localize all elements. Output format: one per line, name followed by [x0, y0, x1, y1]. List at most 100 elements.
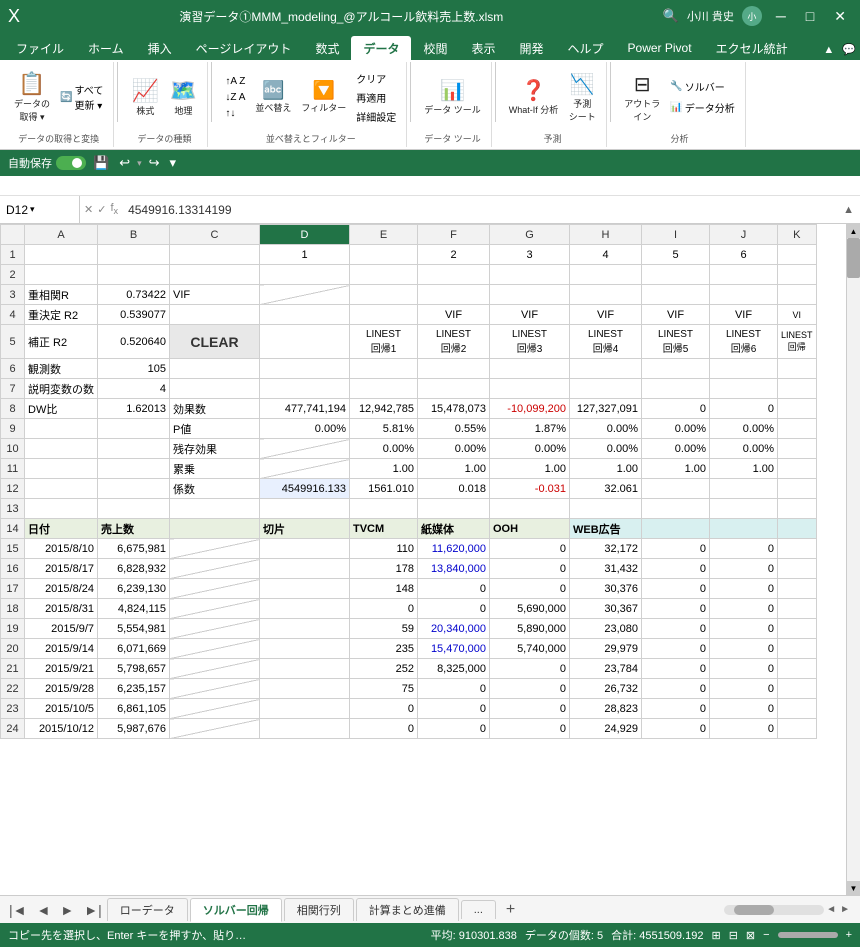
cell-B7[interactable]: 4 [98, 379, 170, 399]
cell-J23[interactable]: 0 [710, 699, 778, 719]
cell-H22[interactable]: 26,732 [570, 679, 642, 699]
refresh-all-button[interactable]: 🔄 すべて更新 ▾ [56, 80, 107, 114]
cell-B9[interactable] [98, 419, 170, 439]
tab-calculation-summary[interactable]: 計算まとめ進備 [356, 898, 459, 921]
geography-button[interactable]: 🗺️ 地理 [165, 76, 201, 119]
cell-F16[interactable]: 13,840,000 [418, 559, 490, 579]
cell-F2[interactable] [418, 265, 490, 285]
undo-dropdown[interactable]: ▾ [137, 158, 142, 169]
cell-J24[interactable]: 0 [710, 719, 778, 739]
cell-F5[interactable]: LINEST回帰2 [418, 325, 490, 359]
save-button[interactable]: 💾 [90, 154, 112, 172]
cell-I13[interactable] [642, 499, 710, 519]
cell-D7[interactable] [260, 379, 350, 399]
cell-G8[interactable]: -10,099,200 [490, 399, 570, 419]
cell-D1[interactable]: 1 [260, 245, 350, 265]
cell-G21[interactable]: 0 [490, 659, 570, 679]
cell-E4[interactable] [350, 305, 418, 325]
ribbon-toggle[interactable]: ▲ [819, 40, 838, 60]
cell-J17[interactable]: 0 [710, 579, 778, 599]
cell-C5[interactable]: CLEAR [170, 325, 260, 359]
cell-I1[interactable]: 5 [642, 245, 710, 265]
cell-J4[interactable]: VIF [710, 305, 778, 325]
sort-button[interactable]: ↑↓ [221, 106, 249, 121]
cell-F1[interactable]: 2 [418, 245, 490, 265]
cell-A24[interactable]: 2015/10/12 [25, 719, 98, 739]
cell-J14[interactable] [710, 519, 778, 539]
cell-F10[interactable]: 0.00% [418, 439, 490, 459]
cell-K7[interactable] [778, 379, 817, 399]
cell-G11[interactable]: 1.00 [490, 459, 570, 479]
cell-G24[interactable]: 0 [490, 719, 570, 739]
cell-J5[interactable]: LINEST回帰6 [710, 325, 778, 359]
cell-G20[interactable]: 5,740,000 [490, 639, 570, 659]
cell-D6[interactable] [260, 359, 350, 379]
cell-F8[interactable]: 15,478,073 [418, 399, 490, 419]
sheet-nav-last[interactable]: ►| [79, 900, 107, 920]
cell-J8[interactable]: 0 [710, 399, 778, 419]
cell-C9[interactable]: P値 [170, 419, 260, 439]
cell-A15[interactable]: 2015/8/10 [25, 539, 98, 559]
cell-J18[interactable]: 0 [710, 599, 778, 619]
filter-button[interactable]: 🔽 フィルター [297, 78, 350, 116]
cell-F4[interactable]: VIF [418, 305, 490, 325]
cell-B11[interactable] [98, 459, 170, 479]
scroll-thumb[interactable] [847, 238, 860, 278]
cell-I10[interactable]: 0.00% [642, 439, 710, 459]
cell-B17[interactable]: 6,239,130 [98, 579, 170, 599]
cell-C23[interactable] [170, 699, 260, 719]
cell-J20[interactable]: 0 [710, 639, 778, 659]
cell-I4[interactable]: VIF [642, 305, 710, 325]
cell-E3[interactable] [350, 285, 418, 305]
cell-I9[interactable]: 0.00% [642, 419, 710, 439]
cell-J13[interactable] [710, 499, 778, 519]
cell-B4[interactable]: 0.539077 [98, 305, 170, 325]
cell-B12[interactable] [98, 479, 170, 499]
tab-insert[interactable]: 挿入 [136, 36, 184, 60]
cell-A4[interactable]: 重決定 R2 [25, 305, 98, 325]
cell-G3[interactable] [490, 285, 570, 305]
cell-I5[interactable]: LINEST回帰5 [642, 325, 710, 359]
cell-G13[interactable] [490, 499, 570, 519]
cell-E8[interactable]: 12,942,785 [350, 399, 418, 419]
cell-F19[interactable]: 20,340,000 [418, 619, 490, 639]
cell-A18[interactable]: 2015/8/31 [25, 599, 98, 619]
cell-J3[interactable] [710, 285, 778, 305]
cell-C11[interactable]: 累乗 [170, 459, 260, 479]
cell-H3[interactable] [570, 285, 642, 305]
cell-G23[interactable]: 0 [490, 699, 570, 719]
cell-D24[interactable] [260, 719, 350, 739]
cell-G1[interactable]: 3 [490, 245, 570, 265]
cell-D19[interactable] [260, 619, 350, 639]
cell-A13[interactable] [25, 499, 98, 519]
cell-C2[interactable] [170, 265, 260, 285]
cell-I8[interactable]: 0 [642, 399, 710, 419]
cell-B24[interactable]: 5,987,676 [98, 719, 170, 739]
cell-E5[interactable]: LINEST回帰1 [350, 325, 418, 359]
cell-C8[interactable]: 効果数 [170, 399, 260, 419]
cell-K3[interactable] [778, 285, 817, 305]
cell-A17[interactable]: 2015/8/24 [25, 579, 98, 599]
cell-F3[interactable] [418, 285, 490, 305]
cell-G4[interactable]: VIF [490, 305, 570, 325]
cell-F12[interactable]: 0.018 [418, 479, 490, 499]
cell-B21[interactable]: 5,798,657 [98, 659, 170, 679]
cell-H23[interactable]: 28,823 [570, 699, 642, 719]
col-header-C[interactable]: C [170, 225, 260, 245]
cell-A21[interactable]: 2015/9/21 [25, 659, 98, 679]
cell-K13[interactable] [778, 499, 817, 519]
col-header-F[interactable]: F [418, 225, 490, 245]
cell-B20[interactable]: 6,071,669 [98, 639, 170, 659]
cell-J21[interactable]: 0 [710, 659, 778, 679]
cell-B5[interactable]: 0.520640 [98, 325, 170, 359]
add-sheet-button[interactable]: + [498, 901, 523, 919]
cell-F7[interactable] [418, 379, 490, 399]
cell-I19[interactable]: 0 [642, 619, 710, 639]
tab-review[interactable]: 校閲 [411, 36, 459, 60]
cell-E21[interactable]: 252 [350, 659, 418, 679]
cell-G2[interactable] [490, 265, 570, 285]
autosave-toggle[interactable] [56, 156, 86, 170]
cell-E1[interactable] [350, 245, 418, 265]
cell-D20[interactable] [260, 639, 350, 659]
cell-H4[interactable]: VIF [570, 305, 642, 325]
